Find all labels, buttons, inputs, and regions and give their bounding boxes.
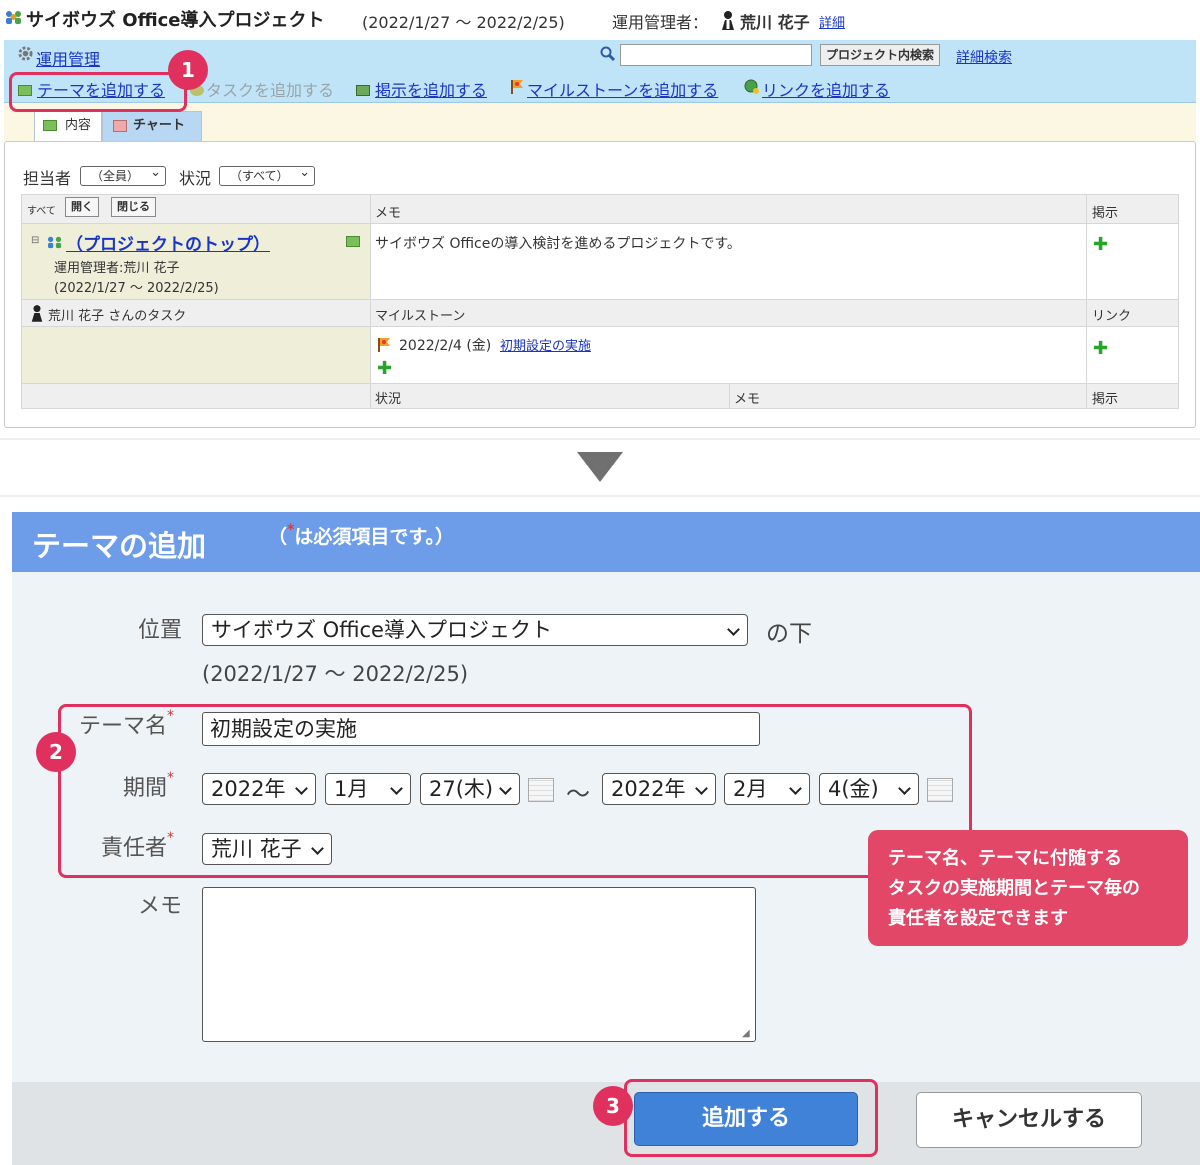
assignee-select[interactable]: （全員） bbox=[80, 164, 166, 186]
status-column-header: 状況 bbox=[370, 383, 730, 409]
add-board-link[interactable]: 掲示を追加する bbox=[375, 77, 487, 101]
project-group-icon bbox=[4, 9, 24, 30]
chart-icon bbox=[113, 120, 127, 132]
project-group-icon bbox=[46, 235, 64, 253]
admin-link[interactable]: 運用管理 bbox=[36, 46, 100, 70]
status-header-text: 状況 bbox=[375, 392, 402, 407]
project-memo-text: サイボウズ Officeの導入検討を進めるプロジェクトです。 bbox=[375, 236, 741, 252]
project-title: サイボウズ Office導入プロジェクト bbox=[26, 10, 325, 31]
project-search-input[interactable] bbox=[620, 44, 812, 66]
user-avatar-icon bbox=[720, 10, 736, 35]
tab-content[interactable]: 内容 bbox=[34, 111, 102, 141]
tab-content-label: 内容 bbox=[65, 118, 92, 133]
folder-icon bbox=[346, 236, 360, 247]
project-top-link[interactable]: （プロジェクトのトップ） bbox=[66, 230, 270, 255]
link-column-header: リンク bbox=[1086, 299, 1179, 327]
board-column-header: 掲示 bbox=[1086, 194, 1179, 224]
memo-column-header-2: メモ bbox=[729, 383, 1087, 409]
collapse-all-button[interactable]: 閉じる bbox=[111, 197, 156, 217]
tab-chart-label: チャート bbox=[133, 118, 185, 133]
step2-badge: 2 bbox=[36, 732, 76, 772]
position-select[interactable]: サイボウズ Office導入プロジェクト bbox=[202, 614, 748, 646]
link-cell: ✚ bbox=[1086, 326, 1179, 384]
divider bbox=[0, 495, 1200, 497]
project-search-button[interactable]: プロジェクト内検索 bbox=[820, 44, 941, 66]
add-link-plus-icon[interactable]: ✚ bbox=[1093, 340, 1108, 358]
project-board-cell: ✚ bbox=[1086, 223, 1179, 300]
cancel-button[interactable]: キャンセルする bbox=[916, 1092, 1142, 1148]
step2-highlight bbox=[58, 704, 972, 878]
all-label: すべて bbox=[27, 206, 56, 217]
required-note-paren: （ bbox=[268, 526, 288, 548]
task-owner-text: 荒川 花子 さんのタスク bbox=[48, 309, 187, 324]
board-header-text: 掲示 bbox=[1092, 206, 1119, 221]
resize-handle-icon[interactable]: ◢ bbox=[742, 1028, 750, 1039]
arrow-down-icon bbox=[577, 452, 623, 482]
form-header: テーマの追加 （*は必須項目です。） bbox=[12, 512, 1200, 572]
form-title: テーマの追加 bbox=[32, 529, 207, 563]
board-column-header-2: 掲示 bbox=[1086, 383, 1179, 409]
admin-detail-link[interactable]: 詳細 bbox=[819, 12, 845, 31]
milestone-header-text: マイルストーン bbox=[375, 309, 466, 324]
step3-highlight bbox=[624, 1079, 878, 1157]
status-label: 状況 bbox=[179, 169, 212, 188]
advanced-search-link[interactable]: 詳細検索 bbox=[956, 47, 1012, 67]
folder-icon bbox=[43, 120, 57, 131]
project-memo-cell: サイボウズ Officeの導入検討を進めるプロジェクトです。 bbox=[370, 223, 1087, 300]
memo-column-header: メモ bbox=[370, 194, 1087, 224]
status-row-empty bbox=[21, 383, 371, 409]
collapse-toggle-icon[interactable]: ⊟ bbox=[31, 235, 39, 246]
milestone-column-header: マイルストーン bbox=[370, 299, 1087, 327]
user-avatar-icon bbox=[30, 304, 44, 326]
milestone-flag-icon bbox=[510, 79, 524, 98]
memo-header-text: メモ bbox=[375, 206, 402, 221]
add-milestone-link[interactable]: マイルストーンを追加する bbox=[527, 77, 718, 101]
project-content-panel: 担当者 （全員） 状況 （すべて） すべて 開く 閉じる メモ 掲示 ⊟ （プロ… bbox=[4, 141, 1196, 428]
project-admin-line: 運用管理者:荒川 花子 bbox=[54, 261, 180, 276]
link-header-text: リンク bbox=[1092, 309, 1132, 324]
callout-line: テーマ名、テーマに付随する bbox=[888, 848, 1122, 869]
admin-name: 荒川 花子 bbox=[740, 13, 810, 32]
step1-badge: 1 bbox=[168, 50, 208, 90]
step2-callout: テーマ名、テーマに付随する タスクの実施期間とテーマ毎の 責任者を設定できます bbox=[868, 830, 1188, 946]
admin-gear-icon bbox=[18, 46, 33, 65]
project-title-bar: サイボウズ Office導入プロジェクト (2022/1/27 〜 2022/2… bbox=[0, 0, 1200, 40]
required-note: （*は必須項目です。） bbox=[268, 522, 454, 549]
tab-chart[interactable]: チャート bbox=[102, 111, 202, 141]
milestone-link[interactable]: 初期設定の実施 bbox=[500, 335, 591, 354]
callout-line: タスクの実施期間とテーマ毎の bbox=[888, 878, 1140, 899]
project-top-cell: ⊟ （プロジェクトのトップ） 運用管理者:荒川 花子 (2022/1/27 〜 … bbox=[21, 223, 371, 300]
add-link-link[interactable]: リンクを追加する bbox=[762, 77, 890, 101]
milestone-flag-icon bbox=[377, 337, 391, 356]
step3-badge: 3 bbox=[593, 1086, 633, 1126]
admin-label: 運用管理者： bbox=[612, 13, 709, 32]
project-dates: (2022/1/27 〜 2022/2/25) bbox=[362, 13, 565, 32]
add-milestone-plus-icon[interactable]: ✚ bbox=[377, 360, 392, 378]
expand-all-button[interactable]: 開く bbox=[65, 197, 99, 217]
milestone-cell: 2022/2/4 (金) 初期設定の実施 ✚ bbox=[370, 326, 1087, 384]
memo-textarea[interactable] bbox=[202, 887, 756, 1042]
task-owner-header: 荒川 花子 さんのタスク bbox=[21, 299, 371, 327]
assignee-label: 担当者 bbox=[23, 169, 72, 188]
project-dates-line: (2022/1/27 〜 2022/2/25) bbox=[54, 281, 219, 296]
required-note-text: は必須項目です。） bbox=[294, 526, 454, 548]
status-select[interactable]: （すべて） bbox=[219, 164, 315, 186]
callout-line: 責任者を設定できます bbox=[888, 908, 1068, 929]
add-board-plus-icon[interactable]: ✚ bbox=[1093, 236, 1108, 254]
position-dates: (2022/1/27 〜 2022/2/25) bbox=[202, 662, 469, 686]
position-label: 位置 bbox=[137, 618, 182, 643]
milestone-date: 2022/2/4 (金) bbox=[399, 338, 492, 354]
step1-highlight bbox=[9, 72, 187, 112]
board-header-text-2: 掲示 bbox=[1092, 392, 1119, 407]
memo-label: メモ bbox=[137, 894, 182, 919]
search-icon bbox=[600, 46, 616, 66]
position-suffix: の下 bbox=[766, 621, 812, 647]
add-task-link-disabled: タスクを追加する bbox=[206, 81, 335, 100]
divider bbox=[0, 438, 1200, 440]
link-globe-icon bbox=[744, 79, 760, 99]
board-icon bbox=[356, 80, 373, 99]
memo-header-text-2: メモ bbox=[734, 392, 761, 407]
task-empty-cell bbox=[21, 326, 371, 384]
